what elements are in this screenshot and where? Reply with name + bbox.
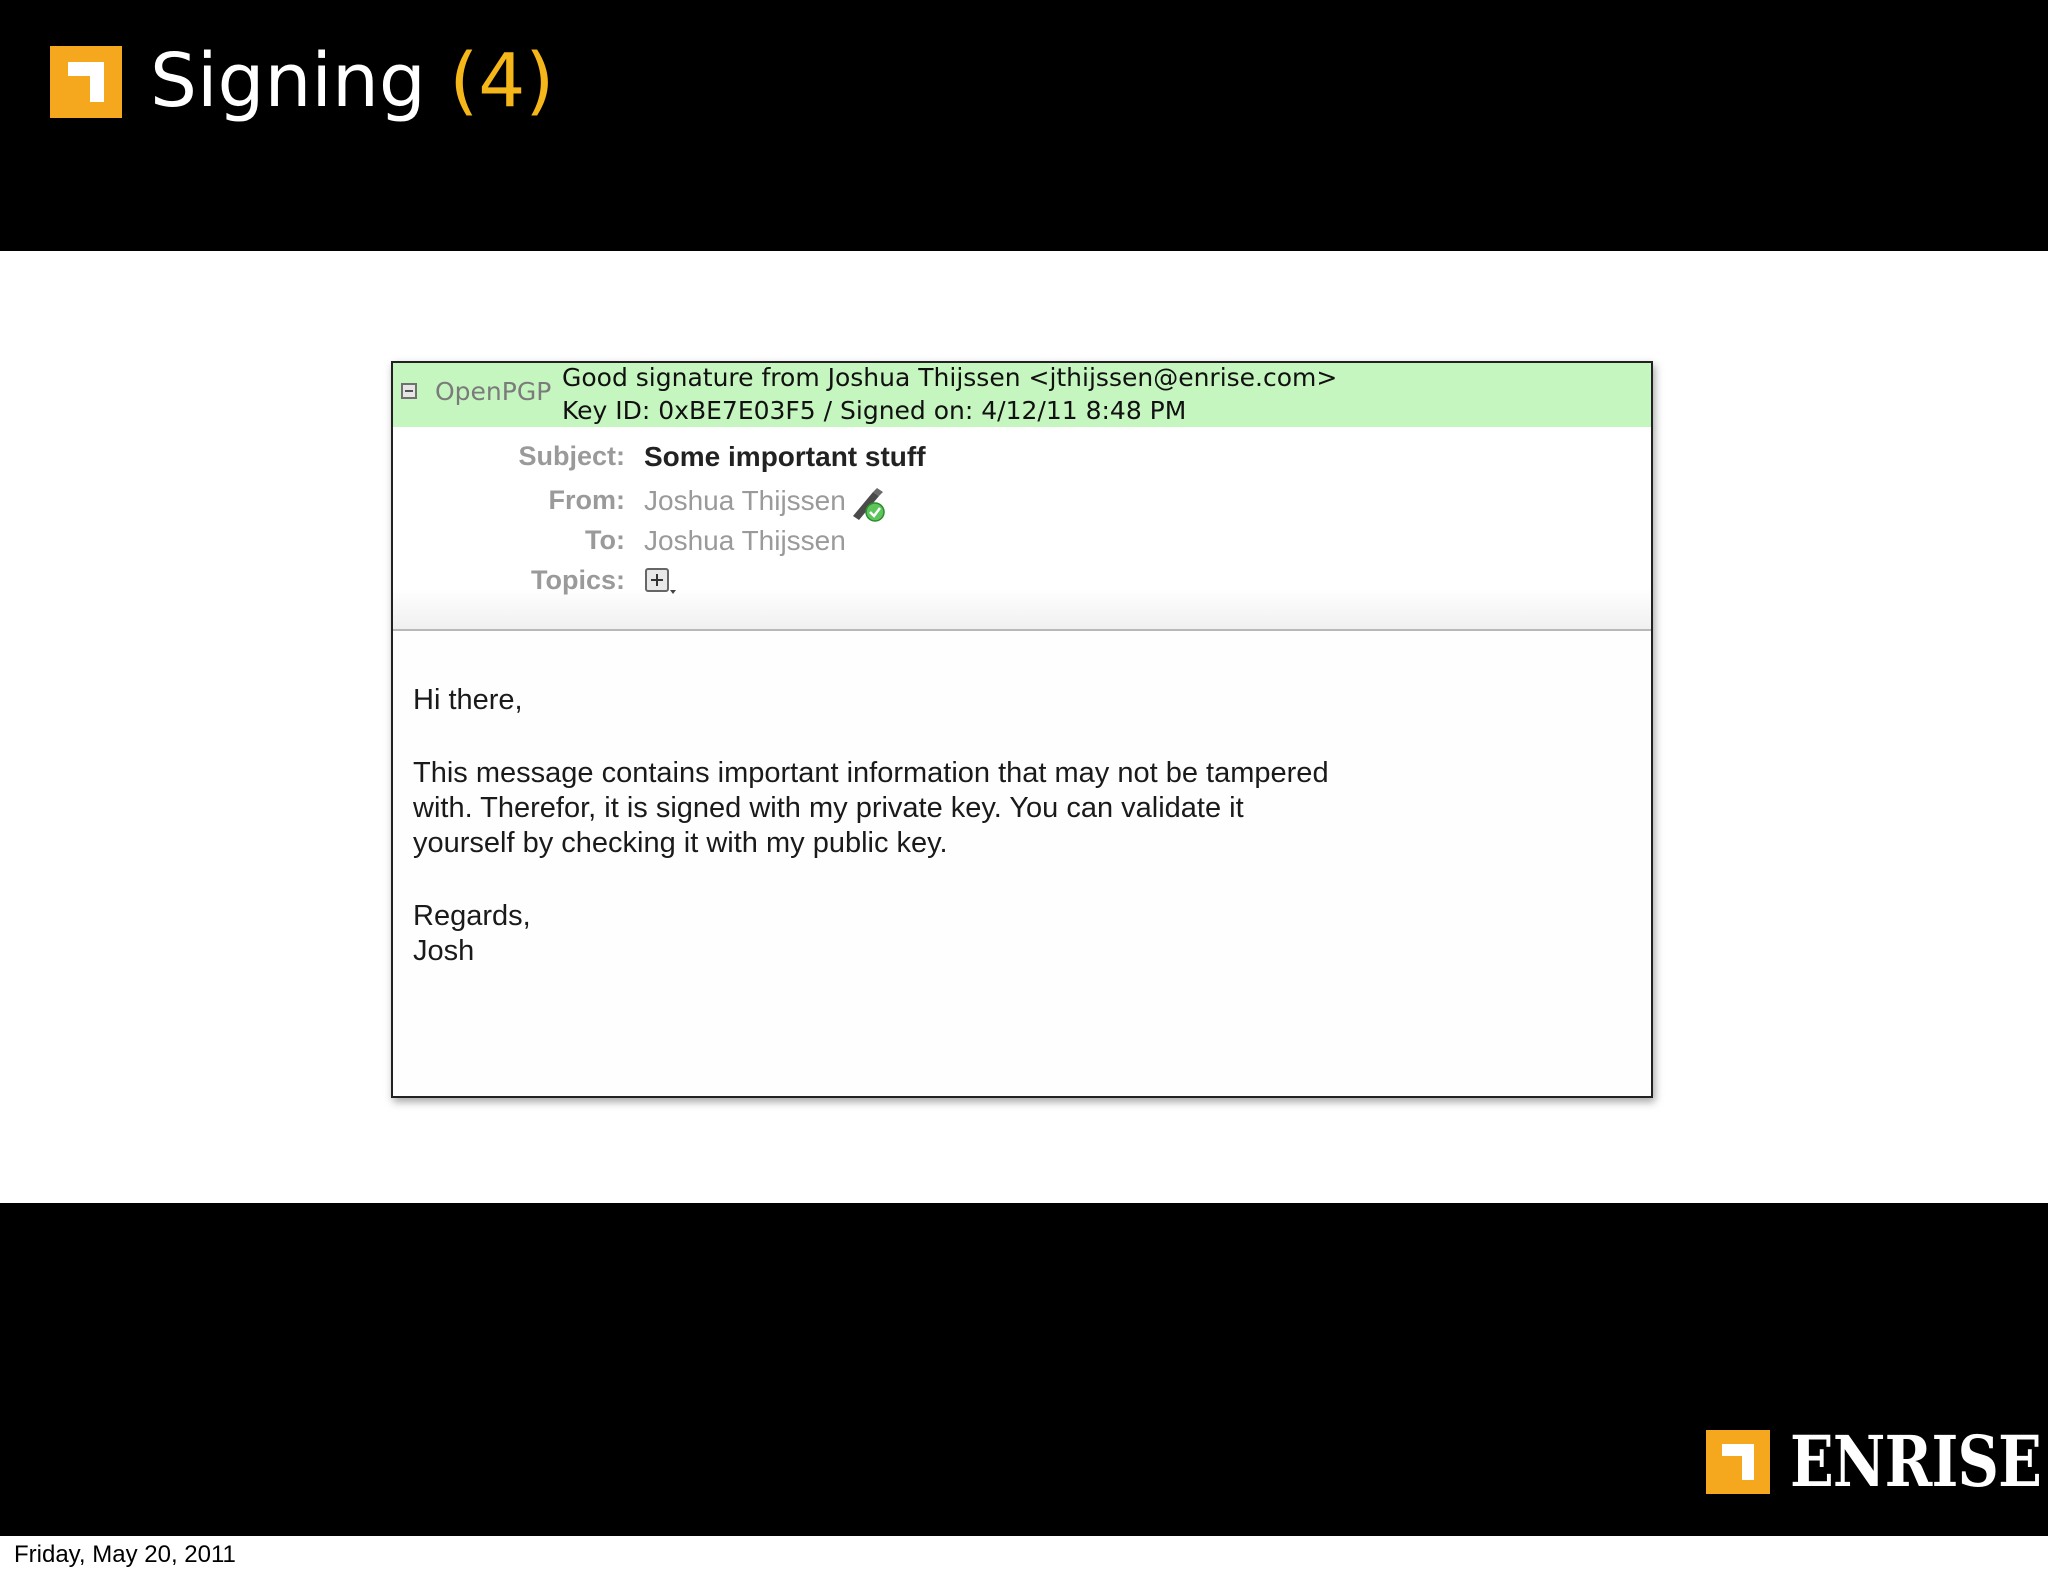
footer-strip [0,1536,2048,1576]
signature-status: Good signature from Joshua Thijssen <jth… [562,363,1338,392]
body-line: with. Therefor, it is signed with my pri… [413,792,1244,824]
body-signature: Josh [413,935,475,967]
slide-title: Signing (4) [150,36,554,126]
brand-name: ENRISE [1790,1420,2042,1503]
body-greeting: Hi there, [413,684,523,716]
openpgp-signature-bar: OpenPGP Good signature from Joshua Thijs… [393,363,1651,427]
body-line: yourself by checking it with my public k… [413,827,948,859]
signature-key-info: Key ID: 0xBE7E03F5 / Signed on: 4/12/11 … [562,396,1187,425]
from-label: From: [548,485,626,515]
to-label: To: [585,525,625,555]
openpgp-label: OpenPGP [435,377,552,406]
slide-number: (4) [449,38,555,124]
collapse-icon[interactable] [401,383,417,399]
signed-pen-check-icon [853,488,885,522]
title-bar: Signing (4) [0,0,2048,251]
to-value[interactable]: Joshua Thijssen [644,525,846,557]
topics-dropdown-caret-icon[interactable] [670,590,676,594]
enrise-logo-icon [1706,1430,1770,1494]
footer-date: Friday, May 20, 2011 [14,1541,236,1568]
email-message-window: OpenPGP Good signature from Joshua Thijs… [391,361,1653,1098]
body-line: This message contains important informat… [413,757,1329,789]
message-body: Hi there, This message contains importan… [413,683,1613,969]
from-value[interactable]: Joshua Thijssen [644,485,846,517]
slide-title-text: Signing [150,38,426,124]
enrise-logo-icon [50,46,122,118]
subject-value: Some important stuff [644,441,926,472]
subject-label: Subject: [518,441,625,471]
topics-label: Topics: [531,565,625,595]
add-topic-icon[interactable] [645,568,669,592]
body-closing: Regards, [413,900,531,932]
